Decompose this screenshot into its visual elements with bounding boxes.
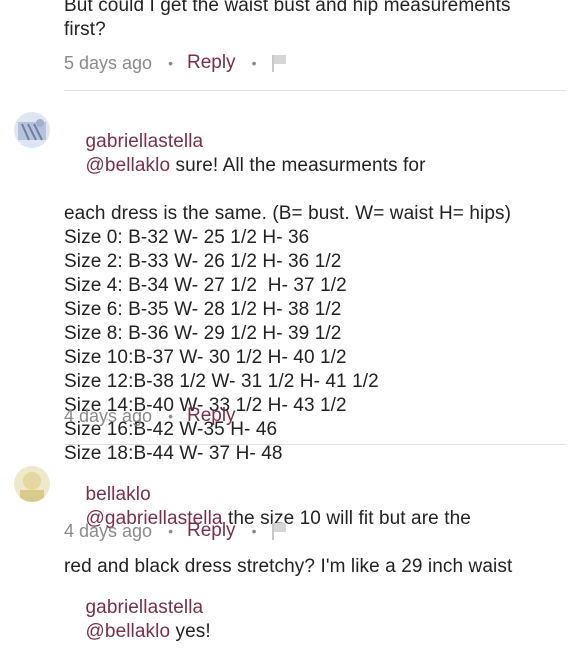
- comment: gabriellastella @bellaklo yes!: [64, 572, 574, 668]
- size-line: Size 6: B-35 W- 28 1/2 H- 38 1/2: [64, 299, 342, 320]
- comment-age: 4 days ago: [64, 520, 153, 541]
- size-line: Size 2: B-33 W- 26 1/2 H- 36 1/2: [64, 251, 342, 272]
- separator-dot: •: [251, 523, 257, 539]
- comment-mention[interactable]: @bellaklo: [86, 621, 171, 642]
- comment-username[interactable]: gabriellastella: [86, 597, 204, 618]
- avatar[interactable]: [14, 112, 50, 148]
- comment-text: yes!: [170, 621, 211, 642]
- comment-text-line: first?: [64, 19, 106, 40]
- reply-button[interactable]: Reply: [187, 405, 236, 427]
- reply-button[interactable]: Reply: [187, 520, 236, 542]
- comment-mention[interactable]: @bellaklo: [86, 155, 171, 176]
- separator-dot: •: [168, 408, 173, 424]
- separator-dot: •: [168, 523, 173, 539]
- comment-meta: 5 days ago • Reply •: [64, 52, 288, 74]
- comment-age: 5 days ago: [64, 52, 153, 73]
- comment-username[interactable]: gabriellastella: [86, 131, 204, 152]
- flag-icon[interactable]: [270, 54, 288, 72]
- comment: bellaklo @gabriellastella the size 10 wi…: [64, 459, 574, 579]
- comment-text: sure! All the measurments for: [170, 155, 426, 176]
- comment-meta: 4 days ago • Reply: [64, 405, 236, 427]
- reply-button[interactable]: Reply: [187, 52, 236, 74]
- comment-age: 4 days ago: [64, 405, 153, 426]
- size-line: Size 10:B-37 W- 30 1/2 H- 40 1/2: [64, 347, 347, 368]
- comment-top: But could I get the waist bust and hip m…: [64, 0, 574, 42]
- separator-dot: •: [251, 55, 257, 71]
- flag-icon[interactable]: [270, 522, 288, 540]
- comment-text-line: each dress is the same. (B= bust. W= wai…: [64, 203, 512, 224]
- divider: [64, 444, 566, 445]
- size-line: Size 0: B-32 W- 25 1/2 H- 36: [64, 227, 310, 248]
- separator-dot: •: [168, 55, 173, 71]
- comment-username[interactable]: bellaklo: [86, 484, 151, 505]
- comment-text-line: But could I get the waist bust and hip m…: [64, 0, 511, 16]
- size-line: Size 12:B-38 1/2 W- 31 1/2 H- 41 1/2: [64, 371, 379, 392]
- divider: [64, 90, 566, 91]
- size-line: Size 8: B-36 W- 29 1/2 H- 39 1/2: [64, 323, 342, 344]
- size-line: Size 4: B-34 W- 27 1/2 H- 37 1/2: [64, 275, 347, 296]
- comment-meta: 4 days ago • Reply •: [64, 520, 288, 542]
- avatar[interactable]: [14, 466, 50, 502]
